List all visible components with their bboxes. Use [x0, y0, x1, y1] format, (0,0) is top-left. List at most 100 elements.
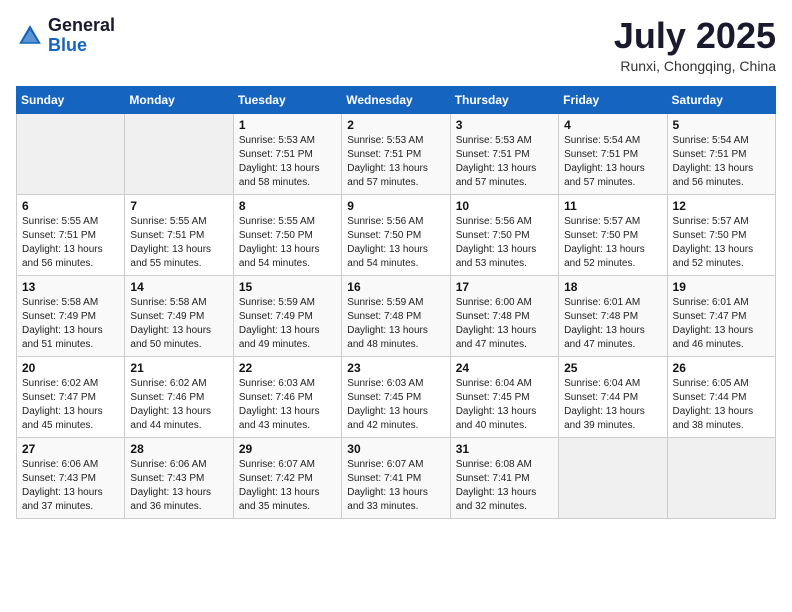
calendar-cell: 12 Sunrise: 5:57 AMSunset: 7:50 PMDayligh…	[667, 194, 775, 275]
calendar-cell: 5Sunrise: 5:54 AMSunset: 7:51 PMDaylight…	[667, 113, 775, 194]
day-number: 27	[22, 442, 119, 456]
day-info: Sunrise: 6:03 AMSunset: 7:45 PMDaylight:…	[347, 377, 444, 433]
logo: General Blue	[16, 16, 115, 56]
day-number: 28	[130, 442, 227, 456]
day-info: Sunrise: 6:07 AMSunset: 7:41 PMDaylight:…	[347, 458, 444, 514]
calendar-cell: 2 Sunrise: 5:53 AMSunset: 7:51 PMDaylight…	[342, 113, 450, 194]
weekday-header: Wednesday	[342, 86, 450, 113]
day-info: Sunrise: 6:03 AMSunset: 7:46 PMDaylight:…	[239, 377, 336, 433]
day-number: 10	[456, 199, 553, 213]
logo-icon	[16, 22, 44, 50]
weekday-header: Thursday	[450, 86, 558, 113]
calendar-cell: 25 Sunrise: 6:04 AMSunset: 7:44 PMDayligh…	[559, 356, 667, 437]
day-info: Sunrise: 5:58 AMSunset: 7:49 PMDaylight:…	[22, 296, 119, 352]
calendar-cell: 4 Sunrise: 5:54 AMSunset: 7:51 PMDaylight…	[559, 113, 667, 194]
calendar-cell: 21 Sunrise: 6:02 AMSunset: 7:46 PMDayligh…	[125, 356, 233, 437]
calendar-cell: 6 Sunrise: 5:55 AMSunset: 7:51 PMDaylight…	[17, 194, 125, 275]
weekday-header: Tuesday	[233, 86, 341, 113]
calendar-cell: 10 Sunrise: 5:56 AMSunset: 7:50 PMDayligh…	[450, 194, 558, 275]
day-info: Sunrise: 5:56 AMSunset: 7:50 PMDaylight:…	[456, 215, 553, 271]
calendar-cell: 13Sunrise: 5:58 AMSunset: 7:49 PMDayligh…	[17, 275, 125, 356]
day-info: Sunrise: 6:01 AMSunset: 7:48 PMDaylight:…	[564, 296, 661, 352]
calendar-cell: 20 Sunrise: 6:02 AMSunset: 7:47 PMDayligh…	[17, 356, 125, 437]
month-title: July 2025	[614, 16, 776, 56]
day-info: Sunrise: 6:04 AMSunset: 7:44 PMDaylight:…	[564, 377, 661, 433]
calendar-table: SundayMondayTuesdayWednesdayThursdayFrid…	[16, 86, 776, 519]
calendar-cell: 15 Sunrise: 5:59 AMSunset: 7:49 PMDayligh…	[233, 275, 341, 356]
day-number: 26	[673, 361, 770, 375]
calendar-cell	[17, 113, 125, 194]
day-info: Sunrise: 5:58 AMSunset: 7:49 PMDaylight:…	[130, 296, 227, 352]
calendar-week-row: 20 Sunrise: 6:02 AMSunset: 7:47 PMDayligh…	[17, 356, 776, 437]
day-number: 18	[564, 280, 661, 294]
calendar-cell: 30 Sunrise: 6:07 AMSunset: 7:41 PMDayligh…	[342, 437, 450, 518]
day-info: Sunrise: 5:55 AMSunset: 7:51 PMDaylight:…	[130, 215, 227, 271]
calendar-cell: 11 Sunrise: 5:57 AMSunset: 7:50 PMDayligh…	[559, 194, 667, 275]
day-number: 25	[564, 361, 661, 375]
day-number: 2	[347, 118, 444, 132]
day-info: Sunrise: 6:02 AMSunset: 7:46 PMDaylight:…	[130, 377, 227, 433]
calendar-cell: 1Sunrise: 5:53 AMSunset: 7:51 PMDaylight…	[233, 113, 341, 194]
day-info: Sunrise: 6:08 AMSunset: 7:41 PMDaylight:…	[456, 458, 553, 514]
calendar-cell: 22 Sunrise: 6:03 AMSunset: 7:46 PMDayligh…	[233, 356, 341, 437]
day-number: 22	[239, 361, 336, 375]
day-number: 11	[564, 199, 661, 213]
day-info: Sunrise: 5:53 AMSunset: 7:51 PMDaylight:…	[456, 134, 553, 190]
day-number: 15	[239, 280, 336, 294]
day-info: Sunrise: 5:59 AMSunset: 7:48 PMDaylight:…	[347, 296, 444, 352]
calendar-cell: 29 Sunrise: 6:07 AMSunset: 7:42 PMDayligh…	[233, 437, 341, 518]
calendar-cell: 3Sunrise: 5:53 AMSunset: 7:51 PMDaylight…	[450, 113, 558, 194]
day-number: 8	[239, 199, 336, 213]
day-number: 9	[347, 199, 444, 213]
weekday-header: Saturday	[667, 86, 775, 113]
calendar-cell: 14 Sunrise: 5:58 AMSunset: 7:49 PMDayligh…	[125, 275, 233, 356]
day-info: Sunrise: 5:53 AMSunset: 7:51 PMDaylight:…	[347, 134, 444, 190]
title-block: July 2025 Runxi, Chongqing, China	[614, 16, 776, 74]
day-info: Sunrise: 5:59 AMSunset: 7:49 PMDaylight:…	[239, 296, 336, 352]
day-info: Sunrise: 6:05 AMSunset: 7:44 PMDaylight:…	[673, 377, 770, 433]
day-info: Sunrise: 6:06 AMSunset: 7:43 PMDaylight:…	[130, 458, 227, 514]
day-number: 30	[347, 442, 444, 456]
calendar-cell: 9 Sunrise: 5:56 AMSunset: 7:50 PMDaylight…	[342, 194, 450, 275]
day-number: 23	[347, 361, 444, 375]
weekday-header-row: SundayMondayTuesdayWednesdayThursdayFrid…	[17, 86, 776, 113]
day-number: 6	[22, 199, 119, 213]
weekday-header: Monday	[125, 86, 233, 113]
day-info: Sunrise: 6:07 AMSunset: 7:42 PMDaylight:…	[239, 458, 336, 514]
day-info: Sunrise: 5:57 AMSunset: 7:50 PMDaylight:…	[673, 215, 770, 271]
logo-text: General Blue	[48, 16, 115, 56]
day-number: 12	[673, 199, 770, 213]
calendar-cell	[125, 113, 233, 194]
day-number: 20	[22, 361, 119, 375]
day-info: Sunrise: 5:56 AMSunset: 7:50 PMDaylight:…	[347, 215, 444, 271]
calendar-cell: 7 Sunrise: 5:55 AMSunset: 7:51 PMDaylight…	[125, 194, 233, 275]
day-number: 29	[239, 442, 336, 456]
day-number: 4	[564, 118, 661, 132]
calendar-cell: 26 Sunrise: 6:05 AMSunset: 7:44 PMDayligh…	[667, 356, 775, 437]
calendar-cell: 16Sunrise: 5:59 AMSunset: 7:48 PMDayligh…	[342, 275, 450, 356]
page-header: General Blue July 2025 Runxi, Chongqing,…	[16, 16, 776, 74]
day-info: Sunrise: 6:02 AMSunset: 7:47 PMDaylight:…	[22, 377, 119, 433]
day-number: 24	[456, 361, 553, 375]
day-info: Sunrise: 6:01 AMSunset: 7:47 PMDaylight:…	[673, 296, 770, 352]
day-number: 17	[456, 280, 553, 294]
weekday-header: Sunday	[17, 86, 125, 113]
day-info: Sunrise: 6:00 AMSunset: 7:48 PMDaylight:…	[456, 296, 553, 352]
day-number: 14	[130, 280, 227, 294]
calendar-cell: 31Sunrise: 6:08 AMSunset: 7:41 PMDayligh…	[450, 437, 558, 518]
calendar-cell	[667, 437, 775, 518]
day-info: Sunrise: 6:06 AMSunset: 7:43 PMDaylight:…	[22, 458, 119, 514]
weekday-header: Friday	[559, 86, 667, 113]
day-info: Sunrise: 5:55 AMSunset: 7:51 PMDaylight:…	[22, 215, 119, 271]
calendar-cell: 23 Sunrise: 6:03 AMSunset: 7:45 PMDayligh…	[342, 356, 450, 437]
calendar-cell: 27 Sunrise: 6:06 AMSunset: 7:43 PMDayligh…	[17, 437, 125, 518]
day-number: 21	[130, 361, 227, 375]
day-info: Sunrise: 5:57 AMSunset: 7:50 PMDaylight:…	[564, 215, 661, 271]
calendar-cell: 17 Sunrise: 6:00 AMSunset: 7:48 PMDayligh…	[450, 275, 558, 356]
calendar-week-row: 1 Sunrise: 5:53 AMSunset: 7:51 PMDaylight…	[17, 113, 776, 194]
day-info: Sunrise: 5:54 AMSunset: 7:51 PMDaylight:…	[564, 134, 661, 190]
calendar-cell: 28 Sunrise: 6:06 AMSunset: 7:43 PMDayligh…	[125, 437, 233, 518]
day-number: 5	[673, 118, 770, 132]
day-number: 1	[239, 118, 336, 132]
day-number: 7	[130, 199, 227, 213]
